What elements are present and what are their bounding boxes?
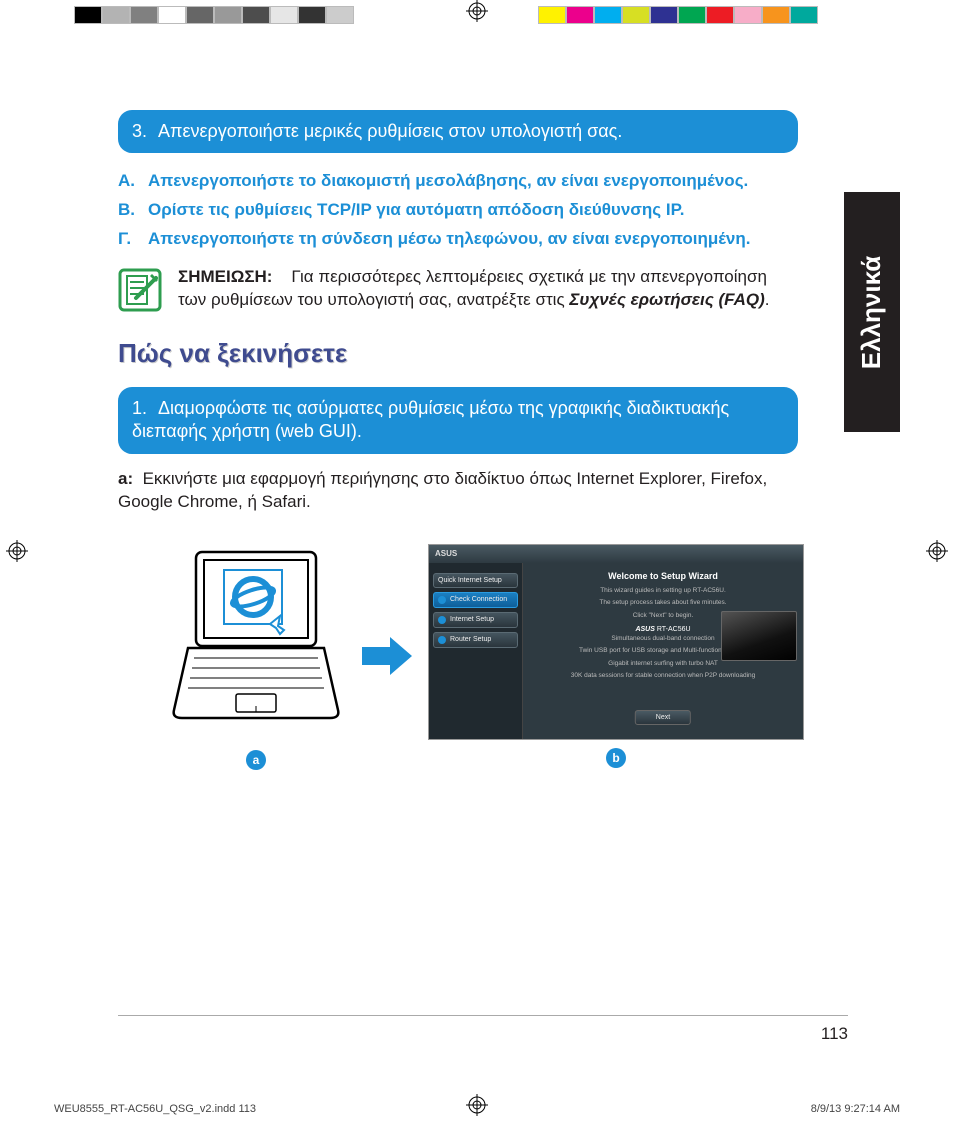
wizard-side-router-setup: Router Setup — [433, 632, 518, 648]
substep-a-label: a: — [118, 469, 133, 488]
wizard-feat3: Gigabit internet surfing with turbo NAT — [533, 660, 793, 668]
letter-item-b: B. Ορίστε τις ρυθμίσεις TCP/IP για αυτόμ… — [118, 196, 854, 225]
wizard-feat4: 30K data sessions for stable connection … — [533, 672, 793, 680]
letter-item-a: A. Απενεργοποιήστε το διακομιστή μεσολάβ… — [118, 167, 854, 196]
wizard-line2: The setup process takes about five minut… — [533, 599, 793, 607]
laptop-icon — [166, 542, 346, 742]
slug-timestamp: 8/9/13 9:27:14 AM — [811, 1103, 900, 1115]
callout-step-3: 3. Απενεργοποιήστε μερικές ρυθμίσεις στο… — [118, 110, 798, 153]
note-icon — [118, 268, 162, 312]
dot-icon — [438, 616, 446, 624]
note-faq: Συχνές ερωτήσεις (FAQ) — [569, 290, 764, 309]
wizard-next-button: Next — [635, 710, 691, 725]
substep-a-text: Εκκινήστε μια εφαρμογή περιήγησης στο δι… — [118, 469, 767, 511]
wizard-brand: ASUS — [435, 549, 457, 558]
letter-c-text: Απενεργοποιήστε τη σύνδεση μέσω τηλεφώνο… — [148, 225, 751, 254]
letter-a-text: Απενεργοποιήστε το διακομιστή μεσολάβηση… — [148, 167, 748, 196]
registration-mark-right — [926, 540, 948, 562]
note-tail: . — [765, 290, 770, 309]
letter-item-c: Γ. Απενεργοποιήστε τη σύνδεση μέσω τηλεφ… — [118, 225, 854, 254]
registration-mark-top — [466, 0, 488, 22]
letter-c-label: Γ. — [118, 225, 138, 254]
router-image — [721, 611, 797, 661]
wizard-heading: Welcome to Setup Wizard — [533, 571, 793, 581]
arrow-icon — [360, 635, 414, 677]
callout-1-number: 1. — [132, 397, 154, 420]
registration-mark-left — [6, 540, 28, 562]
badge-b: b — [606, 748, 626, 768]
letter-list: A. Απενεργοποιήστε το διακομιστή μεσολάβ… — [118, 167, 854, 254]
letter-a-label: A. — [118, 167, 138, 196]
callout-step-1: 1. Διαμορφώστε τις ασύρματες ρυθμίσεις μ… — [118, 387, 798, 454]
slug-file: WEU8555_RT-AC56U_QSG_v2.indd 113 — [54, 1103, 256, 1115]
print-slug: WEU8555_RT-AC56U_QSG_v2.indd 113 8/9/13 … — [54, 1103, 900, 1115]
footer-rule — [118, 1015, 848, 1016]
dot-icon — [438, 596, 446, 604]
laptop-figure: a — [166, 542, 346, 770]
diagram-row: a ASUS Quick Internet Setup Check Connec… — [166, 542, 854, 770]
language-tab: Ελληνικά — [844, 192, 900, 432]
callout-3-number: 3. — [132, 120, 154, 143]
letter-b-label: B. — [118, 196, 138, 225]
wizard-figure: ASUS Quick Internet Setup Check Connecti… — [428, 544, 804, 768]
wizard-line1: This wizard guides in setting up RT-AC56… — [533, 587, 793, 595]
page-content: Ελληνικά 3. Απενεργοποιήστε μερικές ρυθμ… — [54, 72, 900, 1068]
wizard-side-check-connection: Check Connection — [433, 592, 518, 608]
callout-1-text: Διαμορφώστε τις ασύρματες ρυθμίσεις μέσω… — [132, 398, 729, 441]
letter-b-text: Ορίστε τις ρυθμίσεις TCP/IP για αυτόματη… — [148, 196, 684, 225]
callout-3-text: Απενεργοποιήστε μερικές ρυθμίσεις στον υ… — [158, 121, 622, 141]
language-tab-label: Ελληνικά — [857, 255, 888, 368]
setup-wizard-window: ASUS Quick Internet Setup Check Connecti… — [428, 544, 804, 740]
wizard-titlebar: ASUS — [429, 545, 803, 563]
substep-a: a: Εκκινήστε μια εφαρμογή περιήγησης στο… — [118, 468, 798, 514]
section-heading: Πώς να ξεκινήσετε — [118, 338, 854, 369]
page-number: 113 — [821, 1024, 848, 1044]
wizard-main: Welcome to Setup Wizard This wizard guid… — [523, 563, 803, 739]
note-text: ΣΗΜΕΙΩΣΗ: Για περισσότερες λεπτομέρειες … — [178, 266, 798, 312]
dot-icon — [438, 636, 446, 644]
badge-a: a — [246, 750, 266, 770]
wizard-side-internet-setup: Internet Setup — [433, 612, 518, 628]
wizard-sidebar: Quick Internet Setup Check Connection In… — [429, 563, 523, 739]
wizard-side-quick-setup: Quick Internet Setup — [433, 573, 518, 588]
note-block: ΣΗΜΕΙΩΣΗ: Για περισσότερες λεπτομέρειες … — [118, 266, 798, 312]
note-label: ΣΗΜΕΙΩΣΗ: — [178, 267, 272, 286]
